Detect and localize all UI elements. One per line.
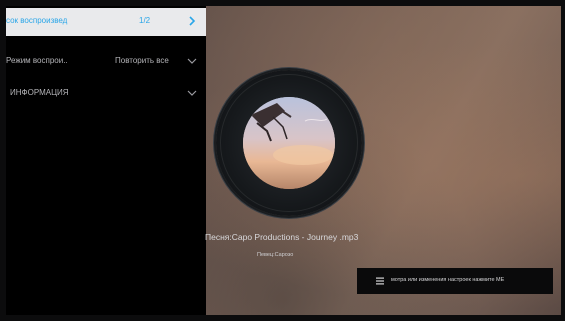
album-art-image — [243, 97, 335, 189]
menu-item-value: Повторить все — [115, 56, 169, 65]
menu-item-playlist[interactable]: сок воспроизвед 1/2 — [6, 8, 206, 36]
menu-hint-text: мотра или изменения настроек нажмите МЕ — [391, 277, 505, 283]
menu-item-label: сок воспроизвед — [6, 16, 68, 25]
vinyl-disc — [216, 70, 362, 216]
menu-item-label: Режим воспрои.. — [6, 56, 68, 65]
settings-panel: сок воспроизвед 1/2 Режим воспрои.. Повт… — [6, 6, 206, 315]
chevron-down-icon — [187, 58, 197, 64]
chevron-down-icon — [187, 90, 197, 96]
menu-item-value: 1/2 — [139, 16, 151, 25]
menu-item-play-mode[interactable]: Режим воспрои.. Повторить все — [6, 48, 206, 76]
song-title: Песня:Capo Productions - Journey .mp3 — [205, 232, 359, 242]
player-screen: сок воспроизвед 1/2 Режим воспрои.. Повт… — [6, 6, 561, 315]
menu-icon — [376, 277, 384, 285]
menu-item-info[interactable]: ИНФОРМАЦИЯ — [6, 80, 206, 108]
chevron-right-icon — [189, 16, 196, 26]
album-art — [243, 97, 335, 189]
artist-name: Певец:Сарозо — [257, 252, 294, 258]
menu-hint-bar: мотра или изменения настроек нажмите МЕ — [357, 268, 553, 294]
menu-item-label: ИНФОРМАЦИЯ — [10, 88, 69, 97]
